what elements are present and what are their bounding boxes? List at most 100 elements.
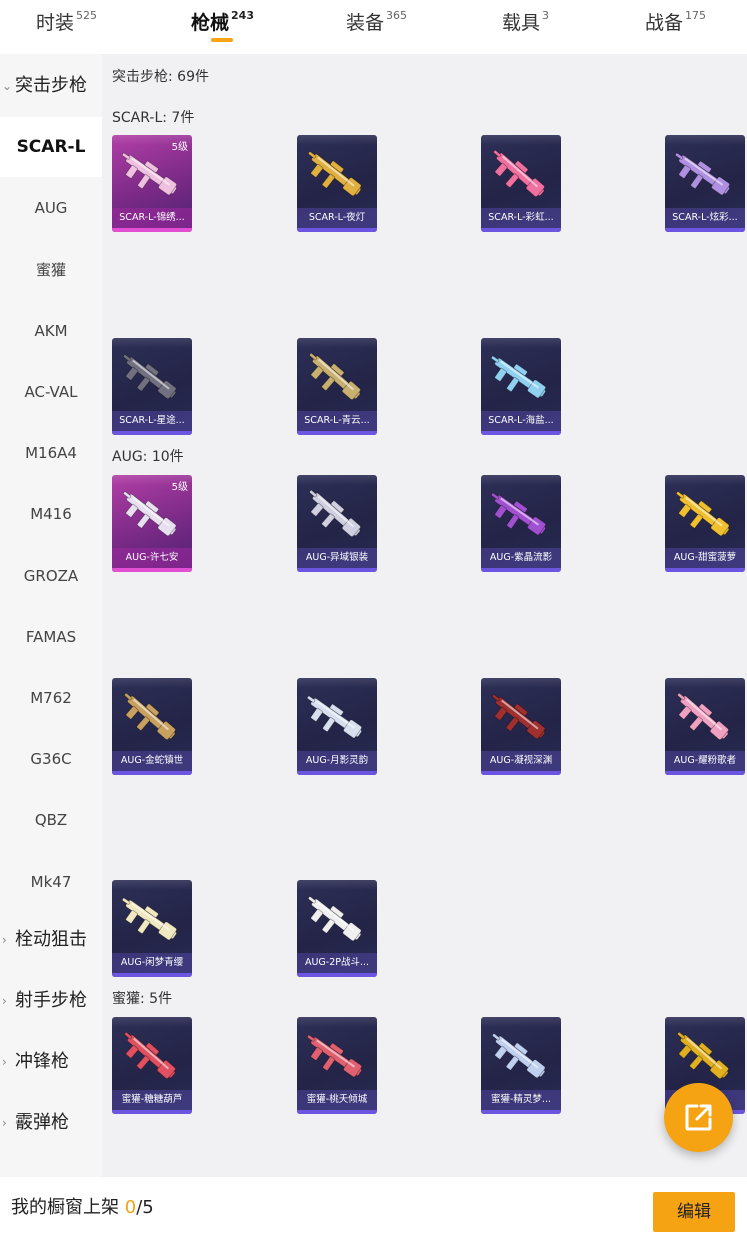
weapon-skin-card[interactable]: SCAR-L-星途... (112, 338, 192, 435)
sidebar-item[interactable]: M762 (0, 668, 102, 728)
skin-name: SCAR-L-海盐... (481, 411, 561, 431)
sidebar-item[interactable]: › 栓动狙击 (0, 910, 102, 970)
tab-supplies[interactable]: 战备 175 (645, 8, 706, 48)
tab-firearms[interactable]: 枪械 243 (191, 8, 254, 48)
sidebar-item[interactable]: › 射手步枪 (0, 971, 102, 1031)
showcase-total-count: /5 (136, 1197, 154, 1218)
sidebar-item[interactable]: AUG (0, 178, 102, 238)
rarity-bar (112, 431, 192, 435)
weapon-skin-card[interactable]: AUG-紫晶流影 (481, 475, 561, 572)
weapon-skin-card[interactable]: AUG-异域银装 (297, 475, 377, 572)
tab-count: 3 (542, 9, 550, 22)
edit-button[interactable]: 编辑 (653, 1192, 735, 1232)
skin-name: AUG-紫晶流影 (481, 548, 561, 568)
sidebar-item[interactable]: AKM (0, 301, 102, 361)
sidebar-item[interactable]: AC-VAL (0, 362, 102, 422)
weapon-skin-card[interactable]: SCAR-L-夜灯 (297, 135, 377, 232)
weapon-skin-card[interactable]: 5级 AUG-许七安 (112, 475, 192, 572)
tab-equipment[interactable]: 装备 365 (346, 8, 407, 48)
card-shine (481, 475, 561, 485)
sidebar-item[interactable]: FAMAS (0, 607, 102, 667)
tab-label: 载具 (502, 12, 541, 34)
weapon-skin-card[interactable]: AUG-甜蜜菠萝 (665, 475, 745, 572)
sidebar-item[interactable]: GROZA (0, 546, 102, 606)
tab-count: 525 (76, 9, 98, 22)
weapon-skin-card[interactable]: AUG-闲梦青缨 (112, 880, 192, 977)
skin-name: AUG-凝视深渊 (481, 751, 561, 771)
showcase-count-label: 我的橱窗上架 0/5 (11, 1193, 154, 1219)
weapon-skin-card[interactable]: AUG-2P战斗... (297, 880, 377, 977)
weapon-skin-image (490, 355, 546, 399)
card-shine (112, 338, 192, 348)
sidebar-item-label: 霰弹枪 (15, 1112, 69, 1134)
skin-name: AUG-金蛇镇世 (112, 751, 192, 771)
weapon-skin-card[interactable]: AUG-月影灵韵 (297, 678, 377, 775)
sidebar-item[interactable]: QBZ (0, 790, 102, 850)
skin-name: SCAR-L-夜灯 (297, 208, 377, 228)
skin-grid: 突击步枪: 69件 SCAR-L: 7件 5级 SCAR-L-锦绣... SCAR-L… (102, 54, 747, 1177)
tab-label: 装备 (346, 12, 385, 34)
rarity-bar (481, 1110, 561, 1114)
card-shine (297, 338, 377, 348)
skin-name: AUG-异域银装 (297, 548, 377, 568)
weapon-skin-image (306, 695, 362, 739)
rarity-bar (297, 431, 377, 435)
weapon-skin-card[interactable]: SCAR-L-青云... (297, 338, 377, 435)
card-shine (112, 1017, 192, 1027)
weapon-skin-image (677, 692, 729, 740)
rarity-bar (112, 568, 192, 572)
rarity-bar (112, 973, 192, 977)
weapon-skin-image (493, 149, 545, 197)
rarity-bar (665, 228, 745, 232)
tab-label: 枪械 (191, 12, 230, 34)
weapon-skin-card[interactable]: AUG-凝视深渊 (481, 678, 561, 775)
weapon-skin-card[interactable]: 蜜獾-糖糖葫芦 (112, 1017, 192, 1114)
sidebar-item[interactable]: SCAR-L (0, 117, 102, 178)
weapon-skin-image (123, 491, 177, 537)
weapon-skin-card[interactable]: 5级 SCAR-L-锦绣... (112, 135, 192, 232)
sidebar-item[interactable]: ⌄ 突击步枪 (0, 56, 102, 116)
skin-level-badge: 5级 (171, 482, 188, 493)
external-link-icon (685, 1104, 712, 1131)
weapon-skin-card[interactable]: AUG-耀粉歌者 (665, 678, 745, 775)
weapon-skin-card[interactable]: SCAR-L-炫彩... (665, 135, 745, 232)
weapon-skin-image (308, 151, 362, 197)
weapon-skin-card[interactable]: 蜜獾-桃夭倾城 (297, 1017, 377, 1114)
sidebar-item-label: SCAR-L (16, 137, 86, 158)
weapon-skin-card[interactable]: 蜜獾-精灵梦... (481, 1017, 561, 1114)
share-fab[interactable] (664, 1083, 733, 1152)
card-shine (297, 1017, 377, 1027)
tab-label: 战备 (645, 12, 684, 34)
weapon-skin-image (121, 897, 177, 941)
sidebar-item[interactable]: › 霰弹枪 (0, 1093, 102, 1153)
card-shine (297, 678, 377, 688)
weapon-skin-card[interactable]: AUG-金蛇镇世 (112, 678, 192, 775)
weapon-skin-image (309, 489, 361, 537)
sidebar-item[interactable]: M16A4 (0, 423, 102, 483)
tab-fashion[interactable]: 时装 525 (36, 8, 97, 48)
sidebar-item[interactable]: Mk47 (0, 852, 102, 912)
sidebar-item[interactable]: 蜜獾 (0, 240, 102, 300)
category-title: 突击步枪: 69件 (112, 69, 209, 85)
tab-count: 243 (231, 9, 254, 22)
sidebar-item-label: GROZA (23, 566, 79, 585)
weapon-skin-card[interactable]: SCAR-L-海盐... (481, 338, 561, 435)
sidebar-item-label: AKM (34, 321, 68, 340)
sidebar-item[interactable]: › 冲锋枪 (0, 1032, 102, 1092)
sidebar-item-label: 栓动狙击 (15, 928, 87, 950)
card-shine (112, 678, 192, 688)
card-shine (481, 678, 561, 688)
sidebar-item-label: QBZ (34, 811, 68, 830)
weapon-skin-card[interactable]: SCAR-L-彩虹... (481, 135, 561, 232)
tab-vehicles[interactable]: 载具 3 (502, 8, 549, 48)
sidebar-item[interactable]: M416 (0, 484, 102, 544)
sidebar-item-label: FAMAS (25, 627, 77, 646)
tab-count: 365 (386, 9, 408, 22)
sidebar-item-label: 蜜獾 (35, 260, 66, 279)
skin-name: SCAR-L-星途... (112, 411, 192, 431)
sidebar-item[interactable]: G36C (0, 729, 102, 789)
rarity-bar (665, 771, 745, 775)
card-shine (665, 135, 745, 145)
rarity-bar (297, 228, 377, 232)
sidebar-item-label: M416 (30, 505, 72, 524)
